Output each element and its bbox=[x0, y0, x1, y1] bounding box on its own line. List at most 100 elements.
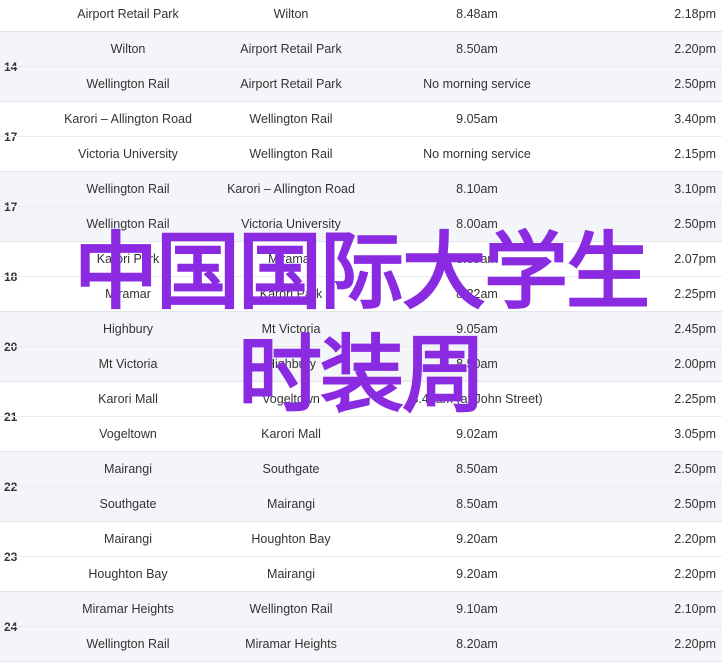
table-row: Highbury Mt Victoria 9.05am 2.45pm bbox=[0, 312, 722, 346]
morning-time: 9.20am bbox=[456, 567, 498, 581]
table-row: Houghton Bay Mairangi 9.20am 2.20pm bbox=[0, 556, 722, 591]
morning-time: 8.50am bbox=[456, 462, 498, 476]
from-stop: Mairangi bbox=[104, 532, 152, 546]
morning-time: No morning service bbox=[423, 147, 531, 161]
from-stop: Wilton bbox=[110, 42, 146, 56]
to-stop: Vogeltown bbox=[262, 392, 320, 406]
table-row: Wellington Rail Karori – Allington Road 8.… bbox=[0, 172, 722, 206]
route-group: 23 Mairangi Houghton Bay 9.20am 2.20pm Hought… bbox=[0, 522, 722, 592]
afternoon-time: 2.20pm bbox=[674, 637, 716, 651]
route-group: Airport Retail Park Wilton 8.48am 2.18pm bbox=[0, 0, 722, 32]
to-stop: Karori Park bbox=[259, 287, 323, 301]
route-group: 22 Mairangi Southgate 8.50am 2.50pm Southgate… bbox=[0, 452, 722, 522]
afternoon-time: 2.50pm bbox=[674, 462, 716, 476]
to-stop: Southgate bbox=[262, 462, 320, 476]
to-stop: Miramar Heights bbox=[245, 637, 337, 651]
from-stop: Southgate bbox=[99, 497, 157, 511]
morning-time: 9.05am bbox=[456, 322, 498, 336]
from-stop: Airport Retail Park bbox=[77, 7, 179, 21]
to-stop: Mairangi bbox=[267, 567, 315, 581]
afternoon-time: 2.00pm bbox=[674, 357, 716, 371]
afternoon-time: 2.25pm bbox=[674, 392, 716, 406]
morning-time: 8.10am bbox=[456, 182, 498, 196]
to-stop: Wellington Rail bbox=[249, 112, 333, 126]
table-row: Wellington Rail Miramar Heights 8.20am 2.20… bbox=[0, 626, 722, 661]
from-stop: Mairangi bbox=[104, 462, 152, 476]
table-row: Wilton Airport Retail Park 8.50am 2.20pm bbox=[0, 32, 722, 66]
afternoon-time: 2.50pm bbox=[674, 217, 716, 231]
morning-time: 8.50am bbox=[456, 497, 498, 511]
table-row: Victoria University Wellington Rail No mor… bbox=[0, 136, 722, 171]
to-stop: Mt Victoria bbox=[261, 322, 321, 336]
table-row: Mt Victoria Highbury 8.50am 2.00pm bbox=[0, 346, 722, 381]
table-row: Wellington Rail Victoria University 8.00am… bbox=[0, 206, 722, 241]
afternoon-time: 3.05pm bbox=[674, 427, 716, 441]
from-stop: Houghton Bay bbox=[88, 567, 168, 581]
afternoon-time: 2.20pm bbox=[674, 567, 716, 581]
afternoon-time: 2.25pm bbox=[674, 287, 716, 301]
to-stop: Airport Retail Park bbox=[240, 42, 342, 56]
morning-time: 8.48am bbox=[456, 7, 498, 21]
to-stop: Houghton Bay bbox=[251, 532, 331, 546]
table-row: Karori – Allington Road Wellington Rail 9.… bbox=[0, 102, 722, 136]
table-row: Southgate Mairangi 8.50am 2.50pm bbox=[0, 486, 722, 521]
morning-time: 8.50am bbox=[456, 42, 498, 56]
from-stop: Miramar Heights bbox=[82, 602, 174, 616]
afternoon-time: 3.40pm bbox=[674, 112, 716, 126]
table-row: Mairangi Southgate 8.50am 2.50pm bbox=[0, 452, 722, 486]
from-stop: Karori Mall bbox=[98, 392, 158, 406]
to-stop: Mairangi bbox=[267, 497, 315, 511]
from-stop: Highbury bbox=[102, 322, 154, 336]
to-stop: Wellington Rail bbox=[249, 602, 333, 616]
morning-time: 8.09am bbox=[456, 252, 498, 266]
route-group: 20 Highbury Mt Victoria 9.05am 2.45pm Mt Vict… bbox=[0, 312, 722, 382]
morning-time: No morning service bbox=[423, 77, 531, 91]
route-group: 21 Karori Mall Vogeltown 8.40am (at John St… bbox=[0, 382, 722, 452]
table-row: Mairangi Houghton Bay 9.20am 2.20pm bbox=[0, 522, 722, 556]
route-group: 14 Wilton Airport Retail Park 8.50am 2.20pm W… bbox=[0, 32, 722, 102]
table-row: Karori Park Miramar 8.09am 2.07pm bbox=[0, 242, 722, 276]
afternoon-time: 2.20pm bbox=[674, 42, 716, 56]
morning-time: 8.50am bbox=[456, 357, 498, 371]
morning-time: 8.00am bbox=[456, 217, 498, 231]
afternoon-time: 2.45pm bbox=[674, 322, 716, 336]
to-stop: Wellington Rail bbox=[249, 147, 333, 161]
to-stop: Karori – Allington Road bbox=[227, 182, 355, 196]
to-stop: Highbury bbox=[265, 357, 317, 371]
from-stop: Karori – Allington Road bbox=[64, 112, 192, 126]
morning-time: 8.20am bbox=[456, 637, 498, 651]
table-row: Airport Retail Park Wilton 8.48am 2.18pm bbox=[0, 0, 722, 31]
to-stop: Airport Retail Park bbox=[240, 77, 342, 91]
from-stop: Wellington Rail bbox=[86, 217, 170, 231]
morning-time: 9.10am bbox=[456, 602, 498, 616]
timetable: Airport Retail Park Wilton 8.48am 2.18pm 14 W… bbox=[0, 0, 722, 662]
to-stop: Victoria University bbox=[241, 217, 341, 231]
from-stop: Victoria University bbox=[78, 147, 178, 161]
to-stop: Miramar bbox=[268, 252, 314, 266]
from-stop: Karori Park bbox=[96, 252, 160, 266]
from-stop: Miramar bbox=[105, 287, 151, 301]
morning-time: 9.05am bbox=[456, 112, 498, 126]
from-stop: Wellington Rail bbox=[86, 637, 170, 651]
to-stop: Karori Mall bbox=[261, 427, 321, 441]
table-row: Karori Mall Vogeltown 8.40am (at John Stre… bbox=[0, 382, 722, 416]
afternoon-time: 3.10pm bbox=[674, 182, 716, 196]
route-group: 24 Miramar Heights Wellington Rail 9.10am 2.… bbox=[0, 592, 722, 662]
afternoon-time: 2.15pm bbox=[674, 147, 716, 161]
morning-time: 9.20am bbox=[456, 532, 498, 546]
morning-time: 9.02am bbox=[456, 427, 498, 441]
morning-time: 8.22am bbox=[456, 287, 498, 301]
afternoon-time: 2.50pm bbox=[674, 497, 716, 511]
from-stop: Vogeltown bbox=[99, 427, 157, 441]
to-stop: Wilton bbox=[273, 7, 309, 21]
afternoon-time: 2.20pm bbox=[674, 532, 716, 546]
afternoon-time: 2.10pm bbox=[674, 602, 716, 616]
table-row: Miramar Karori Park 8.22am 2.25pm bbox=[0, 276, 722, 311]
route-group: 17 Wellington Rail Karori – Allington Road… bbox=[0, 172, 722, 242]
route-group: 18 Karori Park Miramar 8.09am 2.07pm Miramar K… bbox=[0, 242, 722, 312]
from-stop: Mt Victoria bbox=[98, 357, 158, 371]
afternoon-time: 2.18pm bbox=[674, 7, 716, 21]
from-stop: Wellington Rail bbox=[86, 77, 170, 91]
from-stop: Wellington Rail bbox=[86, 182, 170, 196]
table-row: Vogeltown Karori Mall 9.02am 3.05pm bbox=[0, 416, 722, 451]
